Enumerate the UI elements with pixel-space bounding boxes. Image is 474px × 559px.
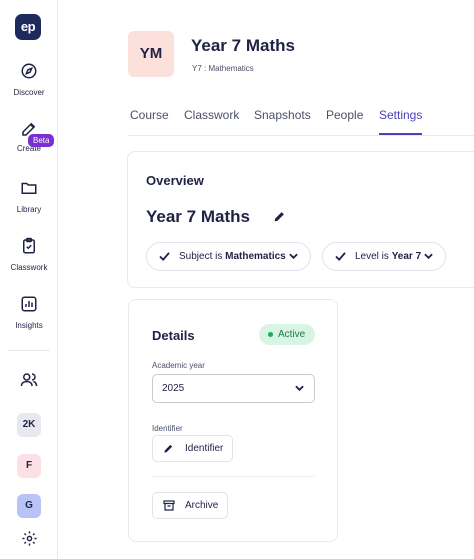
sidebar-item-label: Classwork — [10, 263, 48, 272]
details-heading: Details — [152, 328, 195, 343]
sidebar: ep Discover Beta Create Library Classwor… — [0, 0, 58, 559]
chevron-down-icon — [289, 253, 298, 259]
compass-icon — [21, 63, 37, 79]
sidebar-item-label: Library — [16, 205, 42, 214]
status-text: Active — [278, 329, 306, 340]
sidebar-divider — [8, 350, 50, 351]
status-badge: Active — [259, 324, 315, 345]
level-prefix: Level is — [355, 251, 389, 262]
pencil-icon — [164, 444, 173, 453]
sidebar-item-library[interactable]: Library — [0, 179, 58, 214]
subject-selector[interactable]: Subject is Mathematics — [146, 242, 311, 271]
identifier-button[interactable]: Identifier — [152, 435, 234, 462]
sidebar-item-label: Discover — [13, 88, 45, 97]
tab-bar: Course Classwork Snapshots People Settin… — [128, 108, 474, 136]
sidebar-item-classwork[interactable]: Classwork — [0, 237, 58, 272]
overview-heading: Overview — [146, 173, 204, 188]
academic-year-label: Academic year — [152, 361, 205, 370]
details-divider — [152, 476, 315, 477]
identifier-button-label: Identifier — [185, 443, 224, 454]
academic-year-value: 2025 — [162, 383, 185, 394]
sidebar-item-insights[interactable]: Insights — [0, 295, 58, 330]
pencil-icon[interactable] — [273, 210, 286, 223]
chart-icon — [21, 296, 37, 312]
class-initials-avatar: YM — [128, 31, 174, 77]
users-icon — [20, 373, 38, 387]
app-logo[interactable]: ep — [15, 14, 41, 40]
folder-icon — [21, 182, 37, 194]
archive-button-label: Archive — [185, 500, 219, 511]
avatar-2k[interactable]: 2K — [17, 413, 41, 437]
level-selector[interactable]: Level is Year 7 — [322, 242, 446, 271]
tab-classwork[interactable]: Classwork — [184, 108, 239, 135]
beta-badge: Beta — [28, 134, 55, 147]
people-button[interactable] — [0, 371, 58, 389]
sidebar-item-label: Insights — [15, 321, 43, 330]
check-icon — [335, 252, 346, 261]
chevron-down-icon — [295, 385, 304, 391]
clipboard-icon — [23, 237, 35, 254]
sidebar-item-create[interactable]: Beta Create — [0, 120, 58, 153]
tab-people[interactable]: People — [326, 108, 363, 135]
chevron-down-icon — [424, 253, 433, 259]
overview-card: Overview Year 7 Maths Subject is Mathema… — [127, 151, 474, 288]
academic-year-select[interactable]: 2025 — [152, 374, 315, 403]
tab-settings[interactable]: Settings — [379, 108, 423, 135]
sidebar-item-discover[interactable]: Discover — [0, 62, 58, 97]
check-icon — [159, 252, 170, 261]
level-value: Year 7 — [391, 251, 422, 262]
subject-prefix: Subject is — [179, 251, 223, 262]
status-dot — [268, 332, 273, 337]
page-title: Year 7 Maths — [191, 36, 295, 55]
identifier-label: Identifier — [152, 424, 183, 433]
avatar-f[interactable]: F — [17, 454, 41, 478]
gear-icon — [21, 531, 37, 546]
archive-icon — [163, 500, 175, 511]
settings-button[interactable] — [0, 530, 58, 547]
page-subtitle: Y7 : Mathematics — [192, 64, 254, 73]
class-name: Year 7 Maths — [146, 207, 250, 226]
tab-snapshots[interactable]: Snapshots — [254, 108, 311, 135]
details-card: Details Active Academic year 2025 Identi… — [128, 299, 338, 542]
subject-value: Mathematics — [225, 251, 286, 262]
tab-course[interactable]: Course — [130, 108, 169, 135]
archive-button[interactable]: Archive — [152, 492, 229, 519]
avatar-g[interactable]: G — [17, 494, 41, 518]
